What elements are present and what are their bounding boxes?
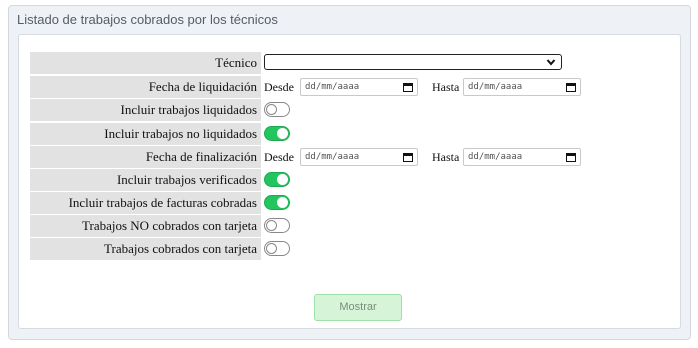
finalizacion-desde-input[interactable]: dd/mm/aaaa — [300, 148, 418, 166]
liquidacion-hasta-input[interactable]: dd/mm/aaaa — [463, 78, 581, 96]
row-incluir-verificados: Incluir trabajos verificados — [30, 169, 670, 191]
finalizacion-hasta-label: Hasta — [432, 150, 460, 164]
finalizacion-desde-label: Desde — [264, 150, 294, 164]
date-placeholder: dd/mm/aaaa — [305, 82, 360, 92]
toggle-knob — [277, 197, 288, 208]
incluir-verificados-toggle[interactable] — [264, 172, 290, 187]
no-cobrados-tarjeta-toggle[interactable] — [264, 218, 290, 233]
date-placeholder: dd/mm/aaaa — [305, 152, 360, 162]
calendar-icon[interactable] — [566, 82, 576, 92]
toggle-knob — [266, 220, 277, 231]
chevron-down-icon — [546, 59, 556, 66]
no-cobrados-tarjeta-label: Trabajos NO cobrados con tarjeta — [30, 215, 261, 237]
row-cobrados-tarjeta: Trabajos cobrados con tarjeta — [30, 238, 670, 260]
calendar-icon[interactable] — [403, 152, 413, 162]
incluir-liquidados-toggle[interactable] — [264, 102, 290, 117]
mostrar-button[interactable]: Mostrar — [314, 294, 402, 321]
incluir-facturas-cobradas-label: Incluir trabajos de facturas cobradas — [30, 192, 261, 214]
row-fecha-liquidacion: Fecha de liquidación Desde dd/mm/aaaa Ha… — [30, 76, 670, 98]
tecnico-label: Técnico — [30, 52, 261, 74]
calendar-icon[interactable] — [403, 82, 413, 92]
incluir-liquidados-label: Incluir trabajos liquidados — [30, 99, 261, 121]
tecnico-select[interactable] — [264, 54, 562, 70]
date-placeholder: dd/mm/aaaa — [468, 82, 523, 92]
toggle-knob — [266, 243, 277, 254]
filter-form: Técnico Fecha de liquidación Desde dd/mm… — [18, 34, 681, 329]
incluir-facturas-cobradas-toggle[interactable] — [264, 195, 290, 210]
toggle-knob — [266, 104, 277, 115]
report-panel: Listado de trabajos cobrados por los téc… — [8, 5, 691, 340]
cobrados-tarjeta-label: Trabajos cobrados con tarjeta — [30, 238, 261, 260]
row-tecnico: Técnico — [30, 52, 670, 74]
incluir-no-liquidados-toggle[interactable] — [264, 126, 290, 141]
toggle-knob — [277, 174, 288, 185]
fecha-finalizacion-label: Fecha de finalización — [30, 146, 261, 168]
calendar-icon[interactable] — [566, 152, 576, 162]
incluir-verificados-label: Incluir trabajos verificados — [30, 169, 261, 191]
panel-title: Listado de trabajos cobrados por los téc… — [17, 12, 278, 27]
fecha-liquidacion-label: Fecha de liquidación — [30, 76, 261, 98]
liquidacion-desde-input[interactable]: dd/mm/aaaa — [300, 78, 418, 96]
date-placeholder: dd/mm/aaaa — [468, 152, 523, 162]
cobrados-tarjeta-toggle[interactable] — [264, 241, 290, 256]
row-fecha-finalizacion: Fecha de finalización Desde dd/mm/aaaa H… — [30, 146, 670, 168]
liquidacion-hasta-label: Hasta — [432, 80, 460, 94]
row-incluir-liquidados: Incluir trabajos liquidados — [30, 99, 670, 121]
row-incluir-no-liquidados: Incluir trabajos no liquidados — [30, 123, 670, 145]
finalizacion-hasta-input[interactable]: dd/mm/aaaa — [463, 148, 581, 166]
toggle-knob — [277, 128, 288, 139]
row-no-cobrados-tarjeta: Trabajos NO cobrados con tarjeta — [30, 215, 670, 237]
row-incluir-facturas-cobradas: Incluir trabajos de facturas cobradas — [30, 192, 670, 214]
liquidacion-desde-label: Desde — [264, 80, 294, 94]
incluir-no-liquidados-label: Incluir trabajos no liquidados — [30, 123, 261, 145]
